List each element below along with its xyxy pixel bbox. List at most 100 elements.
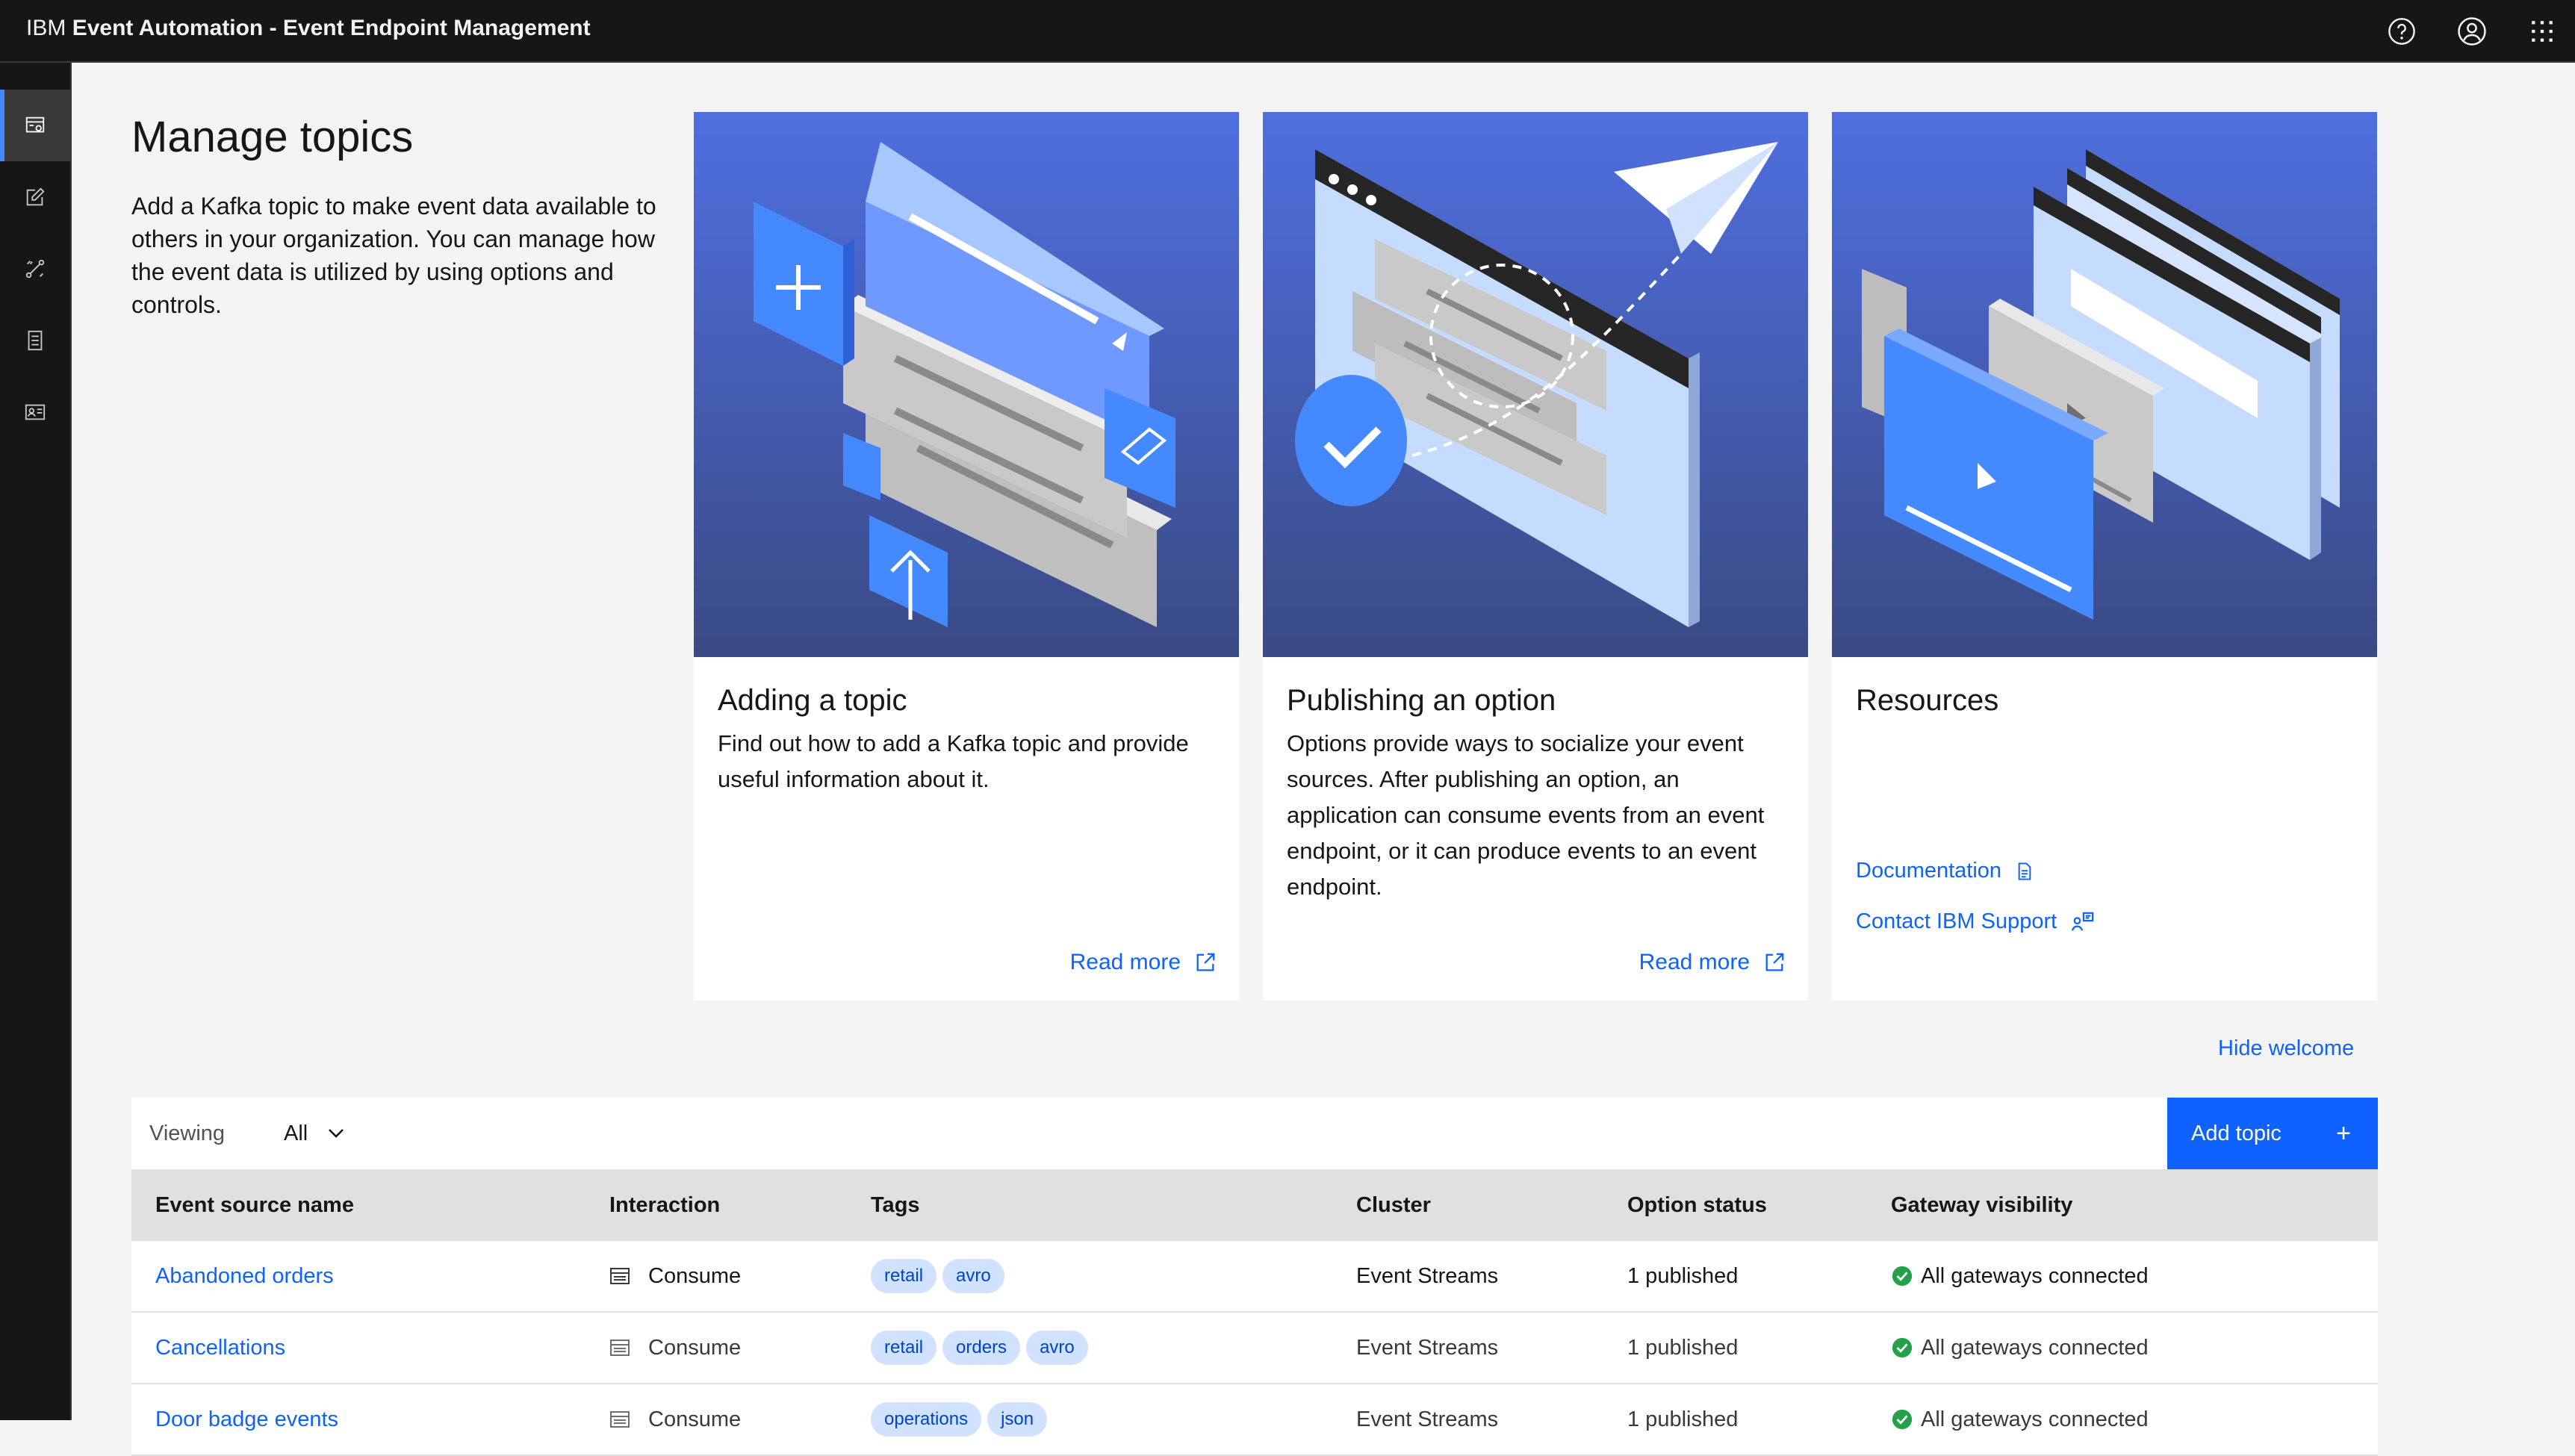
documentation-link[interactable]: Documentation	[1856, 859, 2034, 883]
user-avatar-icon	[2458, 17, 2486, 46]
interaction-cell: Consume	[609, 1384, 741, 1455]
card-resources: Resources Documentation Contact IBM Supp…	[1832, 112, 2377, 1001]
tag: orders	[942, 1331, 1021, 1365]
read-more-link[interactable]: Read more	[1070, 950, 1217, 975]
visibility-label: All gateways connected	[1921, 1263, 2149, 1288]
consume-icon	[610, 1340, 630, 1356]
viewing-value: All	[284, 1121, 308, 1145]
read-more-label: Read more	[1639, 950, 1750, 974]
nav-item-gateways[interactable]	[0, 233, 70, 305]
contact-support-link[interactable]: Contact IBM Support	[1856, 909, 2096, 934]
read-more-link[interactable]: Read more	[1639, 950, 1786, 975]
table-row[interactable]: Door badge events Consume operations jso…	[131, 1384, 2378, 1456]
interaction-label: Consume	[648, 1335, 742, 1360]
side-nav	[0, 63, 72, 1420]
tag: json	[987, 1402, 1048, 1437]
consume-icon	[610, 1268, 630, 1284]
column-header[interactable]: Event source name	[155, 1169, 354, 1241]
nav-item-documents[interactable]	[0, 305, 70, 376]
interaction-cell: Consume	[609, 1313, 741, 1383]
user-button[interactable]	[2447, 6, 2497, 57]
add-topic-button[interactable]: Add topic +	[2167, 1098, 2378, 1169]
app-switcher-icon	[2532, 21, 2553, 42]
cluster-cell: Event Streams	[1356, 1263, 1499, 1288]
table-toolbar: Viewing All Add topic +	[131, 1098, 2378, 1169]
column-header[interactable]: Cluster	[1356, 1169, 1431, 1241]
card-title: Publishing an option	[1287, 684, 1556, 717]
customer-service-icon	[2072, 912, 2094, 931]
viewing-dropdown[interactable]: All	[284, 1098, 345, 1169]
checkmark-filled-icon	[1892, 1266, 1913, 1287]
document-icon	[2018, 862, 2031, 880]
event-source-link[interactable]: Abandoned orders	[155, 1241, 334, 1311]
column-header[interactable]: Gateway visibility	[1891, 1169, 2072, 1241]
column-header[interactable]: Interaction	[609, 1169, 720, 1241]
visibility-label: All gateways connected	[1921, 1407, 2149, 1431]
brand-prefix: IBM	[26, 16, 66, 40]
tag: avro	[942, 1259, 1004, 1293]
edit-icon	[26, 187, 45, 206]
chevron-down-icon	[329, 1129, 344, 1138]
card-publishing-option: Publishing an option Options provide way…	[1263, 112, 1808, 1001]
gateway-visibility-cell: All gateways connected	[1891, 1313, 2149, 1383]
help-button[interactable]	[2376, 6, 2427, 57]
cluster-cell: Event Streams	[1356, 1407, 1499, 1431]
nav-item-profile[interactable]	[0, 376, 70, 448]
hide-welcome-link[interactable]: Hide welcome	[2218, 1036, 2354, 1061]
add-topic-label: Add topic	[2191, 1121, 2282, 1145]
column-header[interactable]: Option status	[1627, 1169, 1767, 1241]
gateway-visibility-cell: All gateways connected	[1891, 1241, 2149, 1311]
card-title: Adding a topic	[718, 684, 907, 717]
tags-cell: retail orders avro	[871, 1313, 1094, 1383]
table-row[interactable]: Abandoned orders Consume retail avro Eve…	[131, 1241, 2378, 1313]
tag: retail	[871, 1259, 937, 1293]
card-description: Options provide ways to socialize your e…	[1287, 730, 1765, 900]
tags-cell: retail avro	[871, 1241, 1010, 1311]
event-source-link[interactable]: Door badge events	[155, 1384, 338, 1455]
column-header[interactable]: Tags	[871, 1169, 920, 1241]
gateway-visibility-cell: All gateways connected	[1891, 1384, 2149, 1455]
option-status-cell: 1 published	[1627, 1263, 1739, 1288]
nav-item-edit[interactable]	[0, 161, 70, 233]
app-switcher-button[interactable]	[2517, 6, 2568, 57]
app-brand[interactable]: IBM Event Automation - Event Endpoint Ma…	[26, 0, 591, 63]
visibility-label: All gateways connected	[1921, 1335, 2149, 1360]
option-status-cell: 1 published	[1627, 1335, 1739, 1360]
documentation-label: Documentation	[1856, 859, 2002, 883]
launch-icon	[1765, 953, 1784, 971]
help-icon	[2388, 18, 2415, 45]
launch-icon	[1196, 953, 1215, 971]
consume-icon	[610, 1411, 630, 1428]
document-icon	[28, 330, 43, 351]
card-description: Find out how to add a Kafka topic and pr…	[718, 730, 1189, 792]
card-adding-topic: Adding a topic Find out how to add a Kaf…	[694, 112, 1239, 1001]
connect-icon	[25, 259, 45, 279]
option-status-cell: 1 published	[1627, 1407, 1739, 1431]
contact-support-label: Contact IBM Support	[1856, 909, 2057, 933]
page-title: Manage topics	[131, 113, 414, 161]
intro-description: Add a Kafka topic to make event data ava…	[131, 193, 656, 318]
checkmark-filled-icon	[1892, 1409, 1913, 1430]
nav-item-topics[interactable]	[0, 90, 70, 161]
publishing-option-illustration	[1263, 112, 1808, 657]
checkmark-filled-icon	[1892, 1337, 1913, 1358]
resources-illustration	[1832, 112, 2377, 657]
card-title: Resources	[1856, 684, 1999, 717]
add-icon: +	[2336, 1119, 2351, 1148]
table-header: Event source name Interaction Tags Clust…	[131, 1169, 2378, 1241]
viewing-label: Viewing	[149, 1121, 226, 1145]
interaction-label: Consume	[648, 1263, 742, 1288]
identification-icon	[25, 404, 46, 420]
read-more-label: Read more	[1069, 950, 1181, 974]
interaction-cell: Consume	[609, 1241, 741, 1311]
tag: operations	[871, 1402, 982, 1437]
cluster-cell: Event Streams	[1356, 1335, 1499, 1360]
brand-name: Event Automation - Event Endpoint Manage…	[72, 16, 591, 40]
tag: retail	[871, 1331, 937, 1365]
tag: avro	[1026, 1331, 1088, 1365]
table-row[interactable]: Cancellations Consume retail orders avro…	[131, 1313, 2378, 1384]
interaction-label: Consume	[648, 1407, 742, 1431]
event-source-link[interactable]: Cancellations	[155, 1313, 285, 1383]
top-header: IBM Event Automation - Event Endpoint Ma…	[0, 0, 2575, 63]
catalog-icon	[25, 116, 45, 133]
